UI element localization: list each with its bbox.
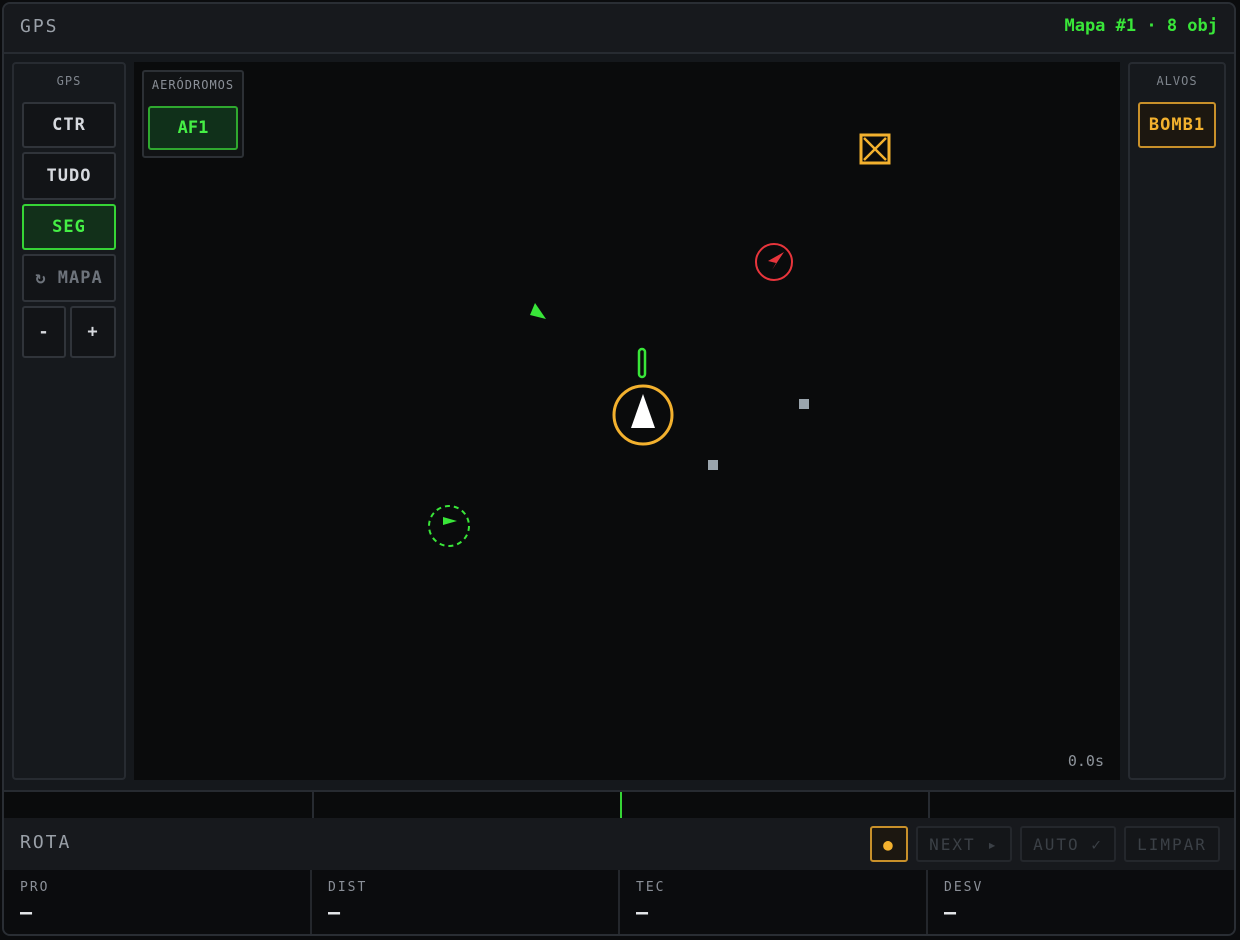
airfield-af1-button[interactable]: AF1 <box>148 106 238 150</box>
next-waypoint-button[interactable]: NEXT ▸ <box>916 826 1012 862</box>
gps-panel-heading: GPS <box>56 74 82 88</box>
timeline-divider <box>312 792 314 818</box>
timeline-bar[interactable] <box>4 790 1234 820</box>
map-status: Mapa #1 · 8 obj <box>1064 16 1218 36</box>
field-tec-label: TEC <box>636 880 666 895</box>
friendly-unit-icon[interactable] <box>428 505 470 547</box>
zoom-in-button[interactable]: + <box>70 306 116 358</box>
app-title: GPS <box>20 16 59 37</box>
airfields-box: AERÓDROMOS AF1 <box>142 70 244 158</box>
targets-heading: ALVOS <box>1156 74 1198 88</box>
friendly-arrow-icon[interactable] <box>530 303 546 319</box>
follow-button[interactable]: SEG <box>22 204 116 250</box>
heading-indicator-icon <box>637 347 647 379</box>
route-bar: ROTA ● NEXT ▸ AUTO ✓ LIMPAR <box>4 818 1234 870</box>
field-pro-label: PRO <box>20 880 50 895</box>
targets-panel: ALVOS BOMB1 <box>1128 62 1226 780</box>
zoom-out-button[interactable]: - <box>22 306 66 358</box>
clear-route-button[interactable]: LIMPAR <box>1124 826 1220 862</box>
field-pro-value: — <box>20 900 33 924</box>
route-label: ROTA <box>20 832 72 853</box>
gps-window: GPS Mapa #1 · 8 obj GPS CTR TUDO SEG ↻ M… <box>2 2 1236 936</box>
elapsed-time: 0.0s <box>1067 752 1104 770</box>
record-point-button[interactable]: ● <box>870 826 908 862</box>
field-dist-value: — <box>328 900 341 924</box>
target-marker-icon[interactable] <box>859 133 891 165</box>
field-dist-label: DIST <box>328 880 368 895</box>
waypoint-icon[interactable] <box>708 460 718 470</box>
target-bomb1-button[interactable]: BOMB1 <box>1138 102 1216 148</box>
title-bar: GPS Mapa #1 · 8 obj <box>4 4 1234 54</box>
field-tec: TEC — <box>620 870 928 934</box>
enemy-aircraft-icon[interactable] <box>755 243 793 281</box>
airfields-heading: AERÓDROMOS <box>151 78 235 92</box>
gps-panel: GPS CTR TUDO SEG ↻ MAPA - + <box>12 62 126 780</box>
timeline-divider <box>928 792 930 818</box>
auto-route-button[interactable]: AUTO ✓ <box>1020 826 1116 862</box>
own-aircraft-icon[interactable] <box>612 384 674 446</box>
center-button[interactable]: CTR <box>22 102 116 148</box>
show-all-button[interactable]: TUDO <box>22 152 116 200</box>
field-pro: PRO — <box>4 870 312 934</box>
map-view[interactable]: AERÓDROMOS AF1 0.0s <box>134 62 1120 780</box>
map-canvas <box>428 133 891 547</box>
field-tec-value: — <box>636 900 649 924</box>
field-desv-label: DESV <box>944 880 984 895</box>
reload-map-button[interactable]: ↻ MAPA <box>22 254 116 302</box>
readout-fields: PRO — DIST — TEC — DESV — <box>4 870 1234 934</box>
field-desv: DESV — <box>928 870 1234 934</box>
field-desv-value: — <box>944 900 957 924</box>
field-dist: DIST — <box>312 870 620 934</box>
waypoint-icon[interactable] <box>799 399 809 409</box>
timeline-cursor[interactable] <box>620 792 622 818</box>
